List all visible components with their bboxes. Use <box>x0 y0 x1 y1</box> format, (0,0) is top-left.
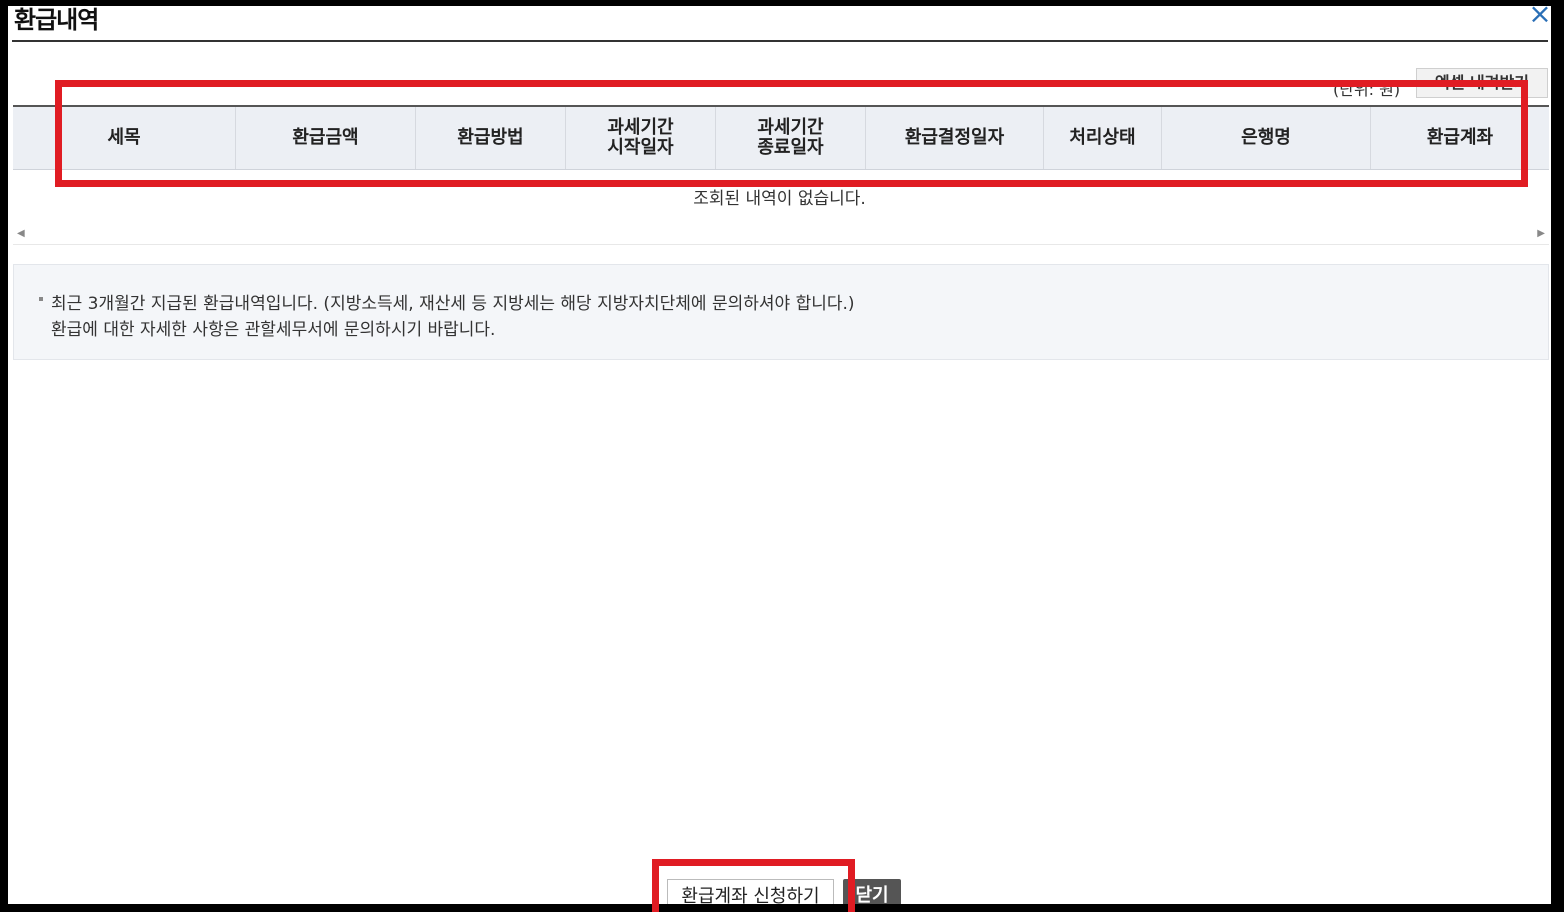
notice-line-1: 최근 3개월간 지급된 환급내역입니다. (지방소득세, 재산세 등 지방세는 … <box>51 294 855 314</box>
notice-box: 최근 3개월간 지급된 환급내역입니다. (지방소득세, 재산세 등 지방세는 … <box>13 264 1549 360</box>
scroll-right-icon[interactable]: ▶ <box>1537 228 1545 239</box>
highlight-box-table-header <box>55 80 1528 187</box>
notice-line-2: 환급에 대한 자세한 사항은 관할세무서에 문의하시기 바랍니다. <box>51 320 496 340</box>
bullet-icon <box>39 297 43 301</box>
highlight-box-apply-button <box>652 859 855 912</box>
close-icon[interactable]: × <box>1526 6 1551 28</box>
horizontal-scrollbar[interactable]: ◀ ▶ <box>13 225 1549 245</box>
empty-table-message: 조회된 내역이 없습니다. <box>693 189 866 209</box>
title-divider <box>12 40 1548 42</box>
dialog-title: 환급내역 <box>14 6 99 34</box>
scroll-left-icon[interactable]: ◀ <box>17 228 25 239</box>
